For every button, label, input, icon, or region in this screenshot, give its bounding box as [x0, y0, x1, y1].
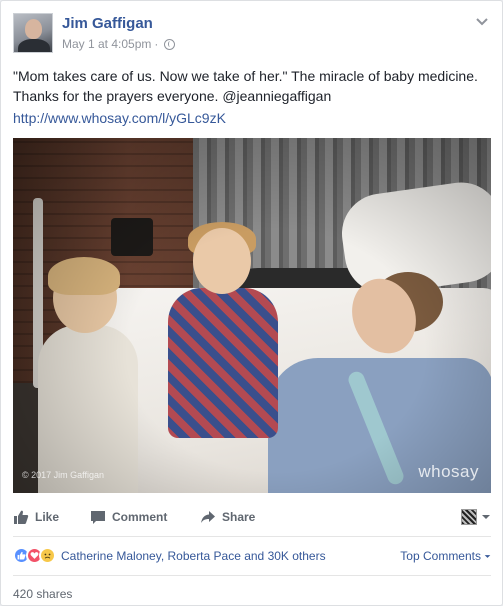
reaction-icons[interactable] — [13, 547, 56, 564]
sad-reaction-icon — [39, 547, 56, 564]
reactions-summary[interactable]: Catherine Maloney, Roberta Pace and 30K … — [61, 549, 326, 563]
whosay-watermark: whosay — [418, 462, 479, 481]
share-label: Share — [222, 510, 256, 524]
comment-label: Comment — [112, 510, 168, 524]
like-label: Like — [35, 510, 60, 524]
post-as-selector[interactable] — [461, 509, 491, 525]
top-comments-dropdown[interactable]: Top Comments — [400, 549, 491, 563]
meta-separator: · — [154, 37, 159, 51]
photo-copyright: © 2017 Jim Gaffigan — [22, 470, 105, 480]
post-card: Jim Gaffigan May 1 at 4:05pm · "Mom take… — [0, 0, 503, 606]
avatar-body — [18, 39, 50, 52]
caret-down-icon — [484, 554, 491, 558]
divider — [13, 536, 491, 537]
top-comments-label: Top Comments — [400, 549, 481, 563]
post-meta: May 1 at 4:05pm · — [62, 37, 176, 51]
globe-icon[interactable] — [164, 38, 176, 50]
divider — [13, 575, 491, 576]
avatar-face — [25, 19, 42, 39]
post-header: Jim Gaffigan May 1 at 4:05pm · — [13, 13, 490, 55]
shares-count[interactable]: 420 shares — [13, 587, 72, 601]
thumbs-up-icon — [14, 510, 29, 524]
reactions-bar: Catherine Maloney, Roberta Pace and 30K … — [13, 546, 491, 566]
post-photo[interactable]: © 2017 Jim Gaffigan whosay — [13, 138, 491, 493]
avatar[interactable] — [13, 13, 53, 53]
comment-button[interactable]: Comment — [90, 509, 167, 525]
like-button[interactable]: Like — [13, 509, 59, 525]
chevron-down-icon[interactable] — [474, 13, 490, 29]
photo-vignette — [13, 138, 491, 493]
author-name[interactable]: Jim Gaffigan — [62, 15, 153, 32]
post-text: "Mom takes care of us. Now we take of he… — [13, 68, 478, 104]
share-button[interactable]: Share — [200, 509, 255, 525]
caret-down-icon — [482, 515, 490, 519]
action-bar: Like Comment Share — [13, 505, 491, 533]
post-timestamp[interactable]: May 1 at 4:05pm — [62, 37, 151, 51]
viewer-avatar — [461, 509, 477, 525]
post-link[interactable]: http://www.whosay.com/l/yGLc9zK — [13, 110, 226, 126]
comment-icon — [91, 511, 105, 524]
share-icon — [201, 511, 215, 523]
